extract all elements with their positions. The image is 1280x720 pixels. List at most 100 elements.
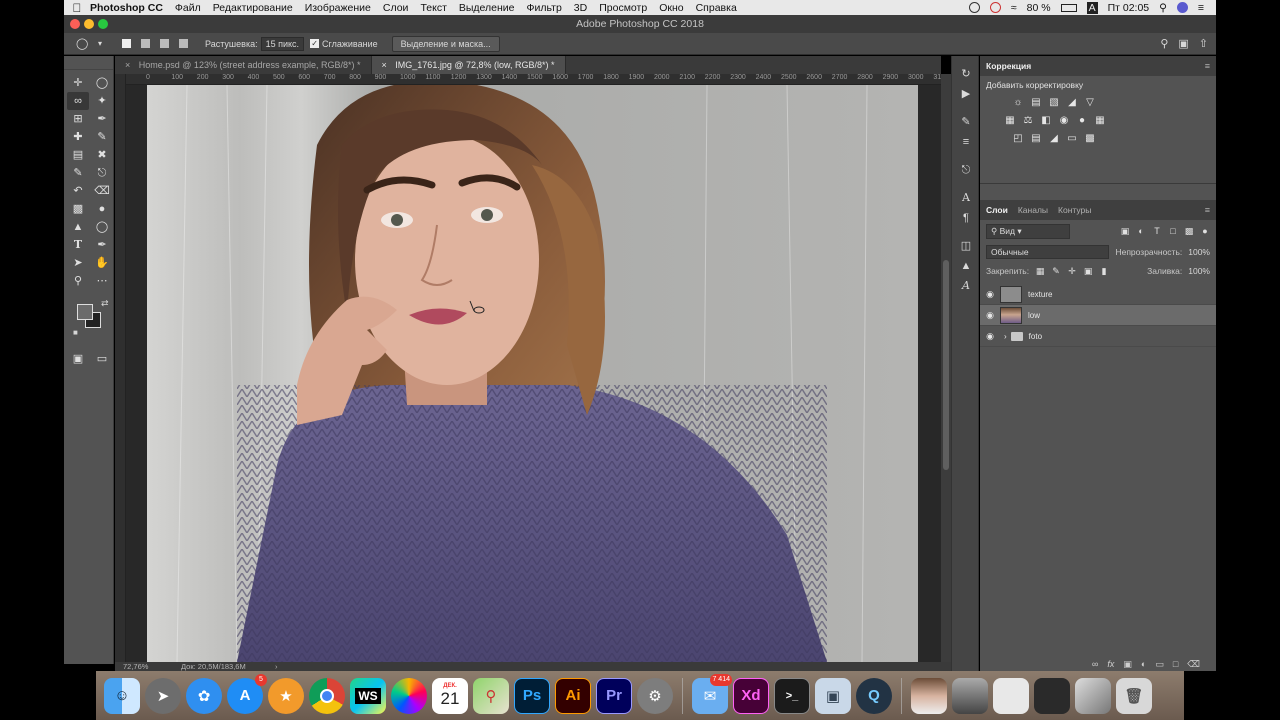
menu-window[interactable]: Окно bbox=[659, 2, 683, 14]
recent-stack-icon[interactable] bbox=[1075, 677, 1111, 714]
scrollbar-thumb[interactable] bbox=[943, 260, 949, 470]
preview-icon[interactable]: ▣ bbox=[815, 677, 851, 714]
brush-tool-icon[interactable]: ✎ bbox=[67, 164, 89, 182]
filter-pixel-icon[interactable]: ▣ bbox=[1120, 226, 1130, 236]
play-actions-icon[interactable]: ▶ bbox=[952, 84, 980, 104]
vertical-ruler[interactable] bbox=[115, 74, 126, 662]
zoom-tool-icon[interactable]: ⚲ bbox=[67, 272, 89, 290]
chrome-icon[interactable] bbox=[309, 677, 345, 714]
hue-saturation-icon[interactable]: ▦ bbox=[1004, 115, 1016, 127]
brightness-icon[interactable]: ☼ bbox=[1012, 97, 1024, 109]
dodge-tool-icon[interactable]: ◯ bbox=[91, 218, 113, 236]
close-tab-icon[interactable]: × bbox=[125, 60, 130, 70]
menu-file[interactable]: Файл bbox=[175, 2, 201, 14]
swap-colors-icon[interactable]: ⇄ bbox=[101, 298, 109, 309]
photos-icon[interactable] bbox=[391, 677, 427, 714]
layer-name[interactable]: texture bbox=[1028, 290, 1052, 299]
canvas-area[interactable] bbox=[126, 85, 941, 662]
horizontal-ruler[interactable]: 0 100 200 300 400 500 600 700 800 900 1000 1100 1200… bbox=[126, 74, 941, 85]
safari-icon[interactable]: ✿ bbox=[186, 677, 222, 714]
app-store-icon[interactable]: A5 bbox=[227, 673, 267, 714]
path-selection-tool-icon[interactable]: ➤ bbox=[67, 254, 89, 272]
lock-position-icon[interactable]: ✛ bbox=[1067, 266, 1077, 276]
eraser-tool-icon[interactable]: ⌫ bbox=[91, 182, 113, 200]
eye-icon[interactable]: ◉ bbox=[980, 310, 1000, 321]
brush-settings-icon[interactable]: ✎ bbox=[952, 112, 980, 132]
recent-screenshot-icon[interactable] bbox=[952, 677, 988, 714]
webstorm-icon[interactable]: WS bbox=[350, 677, 386, 714]
zoom-window-button[interactable] bbox=[98, 19, 108, 29]
illustrator-icon[interactable]: Ai bbox=[555, 677, 591, 714]
posterize-icon[interactable]: ▤ bbox=[1030, 133, 1042, 145]
clone-source-icon[interactable]: ⎋ bbox=[952, 160, 980, 180]
record-icon[interactable] bbox=[968, 2, 980, 13]
recent-photo-icon[interactable] bbox=[911, 677, 947, 714]
tools-panel-grip[interactable] bbox=[64, 56, 113, 70]
tab-layers[interactable]: Слои bbox=[986, 205, 1008, 215]
new-adjustment-layer-icon[interactable]: ◐ bbox=[1141, 659, 1146, 669]
adjust-sliders-icon[interactable]: ≡ bbox=[952, 132, 980, 152]
exposure-icon[interactable]: ◢ bbox=[1066, 97, 1078, 109]
link-layers-icon[interactable]: ∞ bbox=[1092, 659, 1098, 669]
pencil-tool-icon[interactable]: ✎ bbox=[91, 128, 113, 146]
menu-view[interactable]: Просмотр bbox=[599, 2, 647, 14]
healing-brush-tool-icon[interactable]: ✚ bbox=[67, 128, 89, 146]
photo-filter-icon[interactable]: ◉ bbox=[1058, 115, 1070, 127]
wifi-icon[interactable]: ≈ bbox=[1011, 2, 1017, 14]
foreground-color-swatch[interactable] bbox=[77, 304, 93, 320]
share-icon[interactable]: ⇧ bbox=[1199, 37, 1208, 50]
selective-color-icon[interactable]: ▭ bbox=[1066, 133, 1078, 145]
blend-mode-select[interactable]: Обычные bbox=[986, 244, 1110, 259]
menu-help[interactable]: Справка bbox=[696, 2, 737, 14]
type-styles-icon[interactable]: A bbox=[952, 276, 980, 296]
menu-type[interactable]: Текст bbox=[420, 2, 446, 14]
curves-icon[interactable]: ▧ bbox=[1048, 97, 1060, 109]
document-size[interactable]: Док: 20,5M/183,6M bbox=[181, 662, 246, 671]
notification-center-icon[interactable]: ≡ bbox=[1198, 2, 1204, 14]
lock-image-icon[interactable]: ✎ bbox=[1051, 266, 1061, 276]
panel-menu-icon[interactable]: ≡ bbox=[1205, 61, 1210, 71]
menu-select[interactable]: Выделение bbox=[459, 2, 515, 14]
subtract-selection-icon[interactable] bbox=[160, 39, 169, 48]
new-group-icon[interactable]: ▭ bbox=[1155, 659, 1164, 670]
workspace-icon[interactable]: ▣ bbox=[1178, 37, 1188, 50]
add-mask-icon[interactable]: ▣ bbox=[1123, 659, 1132, 670]
filter-shape-icon[interactable]: □ bbox=[1168, 226, 1178, 236]
search-icon[interactable]: ⚲ bbox=[1160, 37, 1168, 50]
more-tools-icon[interactable]: ⋯ bbox=[91, 272, 113, 290]
tab-paths[interactable]: Контуры bbox=[1058, 205, 1091, 215]
layer-name[interactable]: foto bbox=[1029, 332, 1042, 341]
chevron-right-icon[interactable]: › bbox=[1004, 332, 1007, 341]
filter-adjustment-icon[interactable]: ◐ bbox=[1136, 226, 1146, 236]
crop-tool-icon[interactable]: ⊞ bbox=[67, 110, 89, 128]
layer-filter-select[interactable]: ⚲ Вид ▾ bbox=[986, 223, 1070, 239]
status-menu-arrow[interactable]: › bbox=[275, 662, 278, 671]
menu-filter[interactable]: Фильтр bbox=[527, 2, 562, 14]
tab-img-1761[interactable]: × IMG_1761.jpg @ 72,8% (low, RGB/8*) * bbox=[371, 56, 566, 74]
eye-icon[interactable]: ◉ bbox=[980, 331, 1000, 342]
photoshop-icon[interactable]: Ps bbox=[514, 677, 550, 714]
minimize-window-button[interactable] bbox=[84, 19, 94, 29]
chevron-down-icon[interactable]: ▾ bbox=[96, 38, 104, 50]
color-lookup-icon[interactable]: ▦ bbox=[1094, 115, 1106, 127]
lasso-tool-icon[interactable]: ∞ bbox=[67, 92, 89, 110]
vibrance-icon[interactable]: ▽ bbox=[1084, 97, 1096, 109]
type-tool-icon[interactable]: T bbox=[67, 236, 89, 254]
fill-input[interactable]: 100% bbox=[1188, 266, 1210, 276]
trash-icon[interactable]: ⌫ bbox=[1187, 659, 1200, 670]
hand-tool-icon[interactable]: ✋ bbox=[91, 254, 113, 272]
menu-image[interactable]: Изображение bbox=[305, 2, 371, 14]
battery-icon[interactable] bbox=[1060, 3, 1077, 12]
content-move-tool-icon[interactable]: ✖ bbox=[91, 146, 113, 164]
blur-tool-icon[interactable]: ● bbox=[91, 200, 113, 218]
move-tool-icon[interactable]: ✛ bbox=[67, 74, 89, 92]
layer-row-texture[interactable]: ◉ texture bbox=[980, 284, 1216, 305]
filter-type-icon[interactable]: T bbox=[1152, 226, 1162, 236]
character-panel-icon[interactable]: A bbox=[952, 188, 980, 208]
close-window-button[interactable] bbox=[70, 19, 80, 29]
new-selection-icon[interactable] bbox=[122, 39, 131, 48]
select-and-mask-button[interactable]: Выделение и маска... bbox=[391, 35, 500, 52]
filter-smart-object-icon[interactable]: ▩ bbox=[1184, 226, 1194, 236]
menu-3d[interactable]: 3D bbox=[574, 2, 587, 14]
filter-toggle-icon[interactable]: ● bbox=[1200, 226, 1210, 236]
